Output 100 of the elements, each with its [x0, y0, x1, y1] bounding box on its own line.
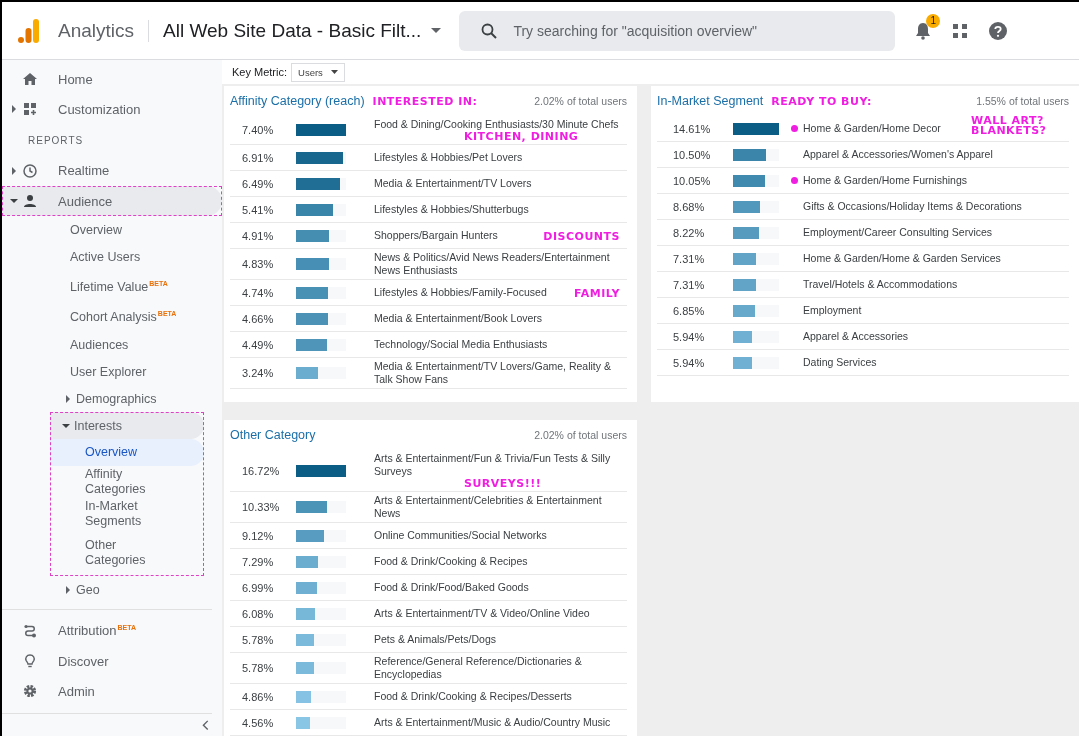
- nav-item[interactable]: Affinity Categories: [50, 465, 204, 498]
- category-label: Home & Garden/Home & Garden Services: [803, 252, 1001, 265]
- percent-value: 6.91%: [241, 151, 275, 164]
- category-label: News & Politics/Avid News Readers/Entertainment News Enthusiasts: [374, 251, 610, 276]
- caret-down-icon: [330, 70, 338, 74]
- category-label: Shoppers/Bargain Hunters: [374, 229, 498, 241]
- category-label: Food & Drink/Cooking & Recipes/Desserts: [374, 690, 572, 702]
- percent-value: 7.40%: [241, 124, 275, 136]
- category-label: Arts & Entertainment/Celebrities & Entertainment News: [374, 494, 602, 519]
- percent-value: 5.94%: [672, 356, 706, 369]
- percent-value: 4.49%: [241, 338, 275, 351]
- percent-value: 6.99%: [241, 581, 275, 594]
- category-label: Online Communities/Social Networks: [374, 529, 547, 541]
- nav-item[interactable]: Demographics: [2, 384, 222, 412]
- lightbulb-icon: [22, 653, 38, 670]
- caret-down-icon[interactable]: [62, 421, 70, 430]
- view-selector[interactable]: All Web Site Data - Basic Filt...: [163, 19, 442, 42]
- nav-item[interactable]: Active Users: [2, 243, 222, 271]
- nav-item[interactable]: Attribution$^{BETA}$: [2, 615, 222, 646]
- percent-value: 4.74%: [241, 286, 275, 299]
- handwritten-note: KITCHEN, DINING: [464, 131, 580, 142]
- section-heading: REPORTS: [27, 133, 85, 148]
- nav-item[interactable]: Overview: [2, 216, 222, 244]
- category-label: Lifestyles & Hobbies/Family-Focused: [374, 286, 547, 298]
- share-text: 2.02% of total users: [534, 95, 627, 107]
- nav-item[interactable]: Audience: [2, 186, 222, 217]
- home-icon: [22, 71, 38, 88]
- search-icon: [481, 22, 498, 39]
- nav-item[interactable]: Lifetime Value$^{BETA}$: [2, 270, 222, 301]
- route-icon: [22, 622, 38, 639]
- nav-item[interactable]: Home: [2, 64, 222, 95]
- card-title: Other Category: [230, 428, 316, 442]
- category-label: Apparel & Accessories/Women's Apparel: [803, 148, 993, 161]
- percent-value: 8.22%: [672, 226, 706, 239]
- percent-value: 5.94%: [672, 330, 706, 343]
- nav-item[interactable]: Interests: [50, 411, 204, 439]
- percent-value: 6.49%: [241, 177, 275, 190]
- share-text: 1.55% of total users: [976, 95, 1069, 107]
- nav-item[interactable]: Other Categories: [50, 529, 204, 576]
- category-label: Media & Entertainment/TV Lovers/Game, Reality & Talk Show Fans: [374, 360, 611, 385]
- caret-right-icon[interactable]: [64, 394, 72, 403]
- percent-value: 16.72%: [241, 464, 281, 477]
- key-metric-label: Key Metric:: [232, 66, 287, 78]
- percent-value: 6.08%: [241, 607, 275, 620]
- category-label: Dating Services: [803, 356, 877, 369]
- nav-item[interactable]: Admin: [2, 676, 222, 707]
- handwritten-note: FAMILY: [573, 287, 620, 300]
- chevron-left-icon[interactable]: [202, 719, 210, 730]
- nav-item[interactable]: Realtime: [2, 155, 222, 186]
- category-label: Technology/Social Media Enthusiasts: [374, 338, 548, 350]
- percent-value: 7.31%: [672, 252, 706, 265]
- apps-grid-icon[interactable]: [953, 23, 968, 38]
- nav-item[interactable]: Discover: [2, 645, 222, 677]
- category-label: Employment: [803, 304, 862, 317]
- nav-item[interactable]: Overview: [50, 438, 204, 466]
- percent-value: 4.86%: [241, 690, 275, 703]
- percent-value: 6.85%: [672, 304, 706, 317]
- card-title: Affinity Category (reach): [230, 94, 365, 108]
- category-label: Reference/General Reference/Dictionaries & Encyclopedias: [374, 655, 582, 680]
- search-field[interactable]: Try searching for "acquisition overview": [459, 10, 896, 51]
- percent-value: 7.29%: [241, 555, 275, 568]
- category-label: Employment/Career Consulting Services: [803, 226, 993, 239]
- caret-right-icon[interactable]: [10, 105, 18, 114]
- handwritten-note: READY TO BUY:: [771, 95, 872, 108]
- caret-right-icon[interactable]: [64, 585, 72, 594]
- person-icon: [22, 193, 38, 210]
- caret-down-icon: [431, 27, 442, 34]
- caret-right-icon[interactable]: [10, 166, 18, 175]
- category-label: Home & Garden/Home Furnishings: [803, 174, 967, 187]
- percent-value: 8.68%: [672, 200, 706, 213]
- category-label: Food & Dining/Cooking Enthusiasts/30 Minute Chefs: [374, 118, 620, 131]
- category-label: Media & Entertainment/TV Lovers: [374, 177, 532, 189]
- analytics-logo-icon: [18, 18, 40, 43]
- category-label: Pets & Animals/Pets/Dogs: [374, 633, 496, 645]
- nav-item[interactable]: In-Market Segments: [50, 497, 204, 530]
- nav-item[interactable]: Customization: [2, 94, 222, 125]
- percent-value: 10.33%: [241, 501, 281, 513]
- nav-item[interactable]: User Explorer: [2, 357, 222, 385]
- category-label: Apparel & Accessories: [803, 330, 909, 343]
- nav-item[interactable]: Cohort Analysis$^{BETA}$: [2, 300, 222, 331]
- gear-icon: [22, 683, 38, 700]
- percent-value: 10.50%: [672, 148, 712, 161]
- percent-value: 5.41%: [241, 203, 275, 216]
- percent-value: 7.31%: [672, 278, 706, 291]
- notification-bell-icon[interactable]: [915, 21, 932, 40]
- category-label: Travel/Hotels & Accommodations: [803, 278, 958, 291]
- product-name: Analytics: [58, 19, 150, 42]
- help-icon[interactable]: [989, 21, 1008, 40]
- handwritten-note: DISCOUNTS: [543, 230, 620, 243]
- caret-down-icon[interactable]: [10, 197, 18, 206]
- card-title: In-Market Segment: [657, 94, 764, 108]
- percent-value: 4.66%: [241, 312, 275, 325]
- category-label: Lifestyles & Hobbies/Shutterbugs: [374, 203, 529, 215]
- category-label: Arts & Entertainment/Music & Audio/Country Music: [374, 716, 611, 728]
- nav-item[interactable]: Audiences: [2, 330, 222, 358]
- dashboard-icon: [22, 101, 38, 118]
- percent-value: 9.12%: [241, 529, 275, 542]
- nav-item[interactable]: Geo: [2, 575, 222, 603]
- metric-dropdown[interactable]: Users: [291, 62, 345, 82]
- percent-value: 3.24%: [241, 367, 275, 379]
